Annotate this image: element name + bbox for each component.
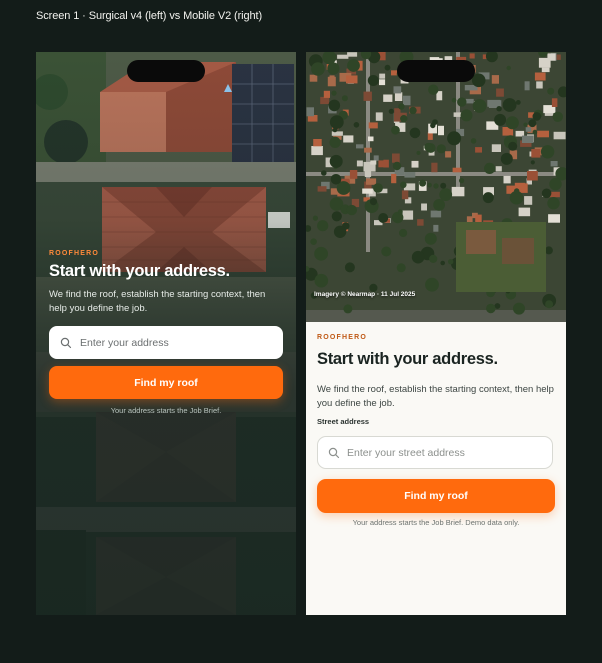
phone-mobile-v2: Imagery © Nearmap · 11 Jul 2025 ROOFHERO… bbox=[306, 52, 566, 615]
page-title: Start with your address. bbox=[317, 350, 498, 368]
street-address-label: Street address bbox=[317, 417, 370, 426]
street-address-placeholder: Enter your street address bbox=[347, 446, 465, 459]
camera-notch bbox=[397, 60, 475, 82]
brand-eyebrow: ROOFHERO bbox=[317, 334, 368, 341]
neighbourhood-aerial-image: Imagery © Nearmap · 11 Jul 2025 bbox=[306, 52, 566, 322]
address-input-placeholder: Enter your address bbox=[80, 336, 169, 349]
helper-text: Your address starts the Job Brief. Demo … bbox=[352, 518, 520, 527]
address-input[interactable]: Enter your address bbox=[49, 326, 283, 359]
search-icon bbox=[328, 447, 340, 459]
search-icon bbox=[60, 337, 72, 349]
street-address-input[interactable]: Enter your street address bbox=[317, 436, 553, 469]
brand-eyebrow: ROOFHERO bbox=[49, 250, 100, 257]
find-my-roof-button[interactable]: Find my roof bbox=[317, 479, 555, 513]
find-my-roof-button[interactable]: Find my roof bbox=[49, 366, 283, 399]
phone-surgical-v4: ROOFHERO Start with your address. We fin… bbox=[36, 52, 296, 615]
page-title: Start with your address. bbox=[49, 262, 230, 280]
page-description: We find the roof, establish the starting… bbox=[49, 289, 266, 314]
helper-text: Your address starts the Job Brief. bbox=[110, 406, 222, 415]
page-caption: Screen 1 · Surgical v4 (left) vs Mobile … bbox=[36, 10, 263, 22]
page-description: We find the roof, establish the starting… bbox=[317, 384, 554, 409]
camera-notch bbox=[127, 60, 205, 82]
imagery-credit: Imagery © Nearmap · 11 Jul 2025 bbox=[314, 291, 416, 298]
